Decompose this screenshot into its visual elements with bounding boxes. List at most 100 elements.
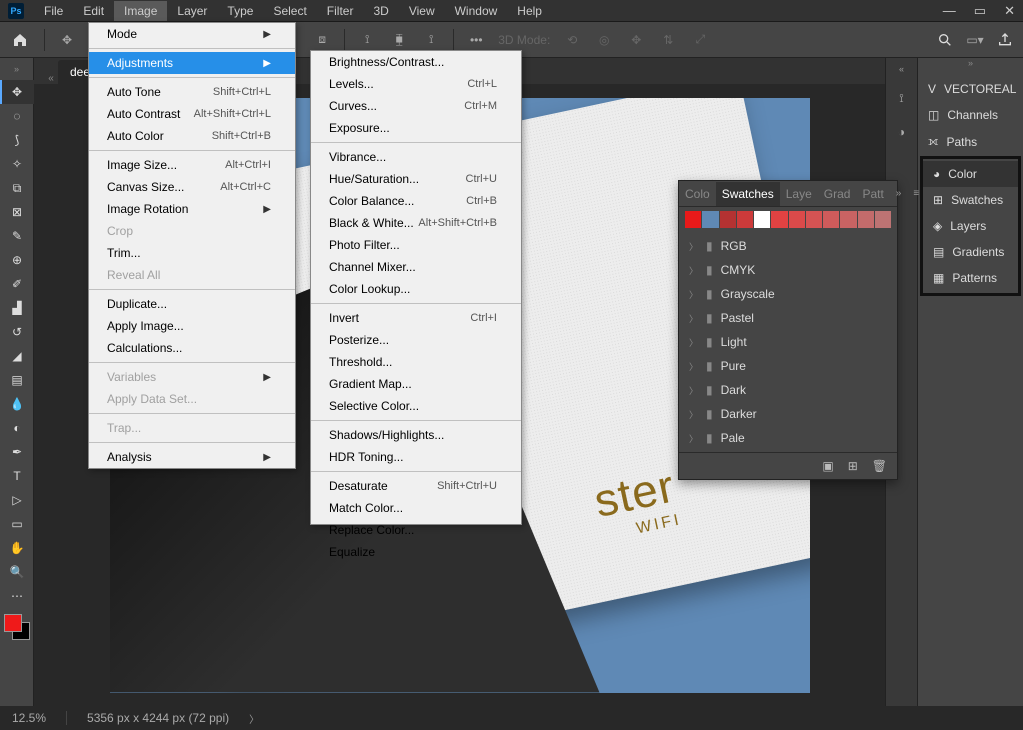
menu-item-auto-contrast[interactable]: Auto ContrastAlt+Shift+Ctrl+L <box>89 103 295 125</box>
frame-tool[interactable]: ⊠ <box>0 200 34 224</box>
move-tool-icon[interactable]: ✥ <box>57 30 77 50</box>
swatch-cell[interactable] <box>858 211 874 228</box>
menubar-type[interactable]: Type <box>217 1 263 21</box>
menubar-3d[interactable]: 3D <box>363 1 398 21</box>
swatch-cell[interactable] <box>806 211 822 228</box>
swatch-cell[interactable] <box>771 211 787 228</box>
workspace-switcher-icon[interactable]: ▭▾ <box>965 30 985 50</box>
menu-item-black-white[interactable]: Black & White...Alt+Shift+Ctrl+B <box>311 212 521 234</box>
rectangle-tool[interactable]: ▭ <box>0 512 34 536</box>
menubar-view[interactable]: View <box>399 1 445 21</box>
status-caret-icon[interactable]: 〉 <box>249 711 259 726</box>
healing-brush-tool[interactable]: ⊕ <box>0 248 34 272</box>
close-button[interactable]: ✕ <box>1004 3 1015 19</box>
collapse-icon[interactable]: « <box>44 73 58 84</box>
panel-tab-laye[interactable]: Laye <box>780 182 818 206</box>
menu-item-color-lookup[interactable]: Color Lookup... <box>311 278 521 300</box>
menu-item-canvas-size[interactable]: Canvas Size...Alt+Ctrl+C <box>89 176 295 198</box>
pen-tool[interactable]: ✒ <box>0 440 34 464</box>
panel-layers[interactable]: ◈Layers <box>923 213 1018 239</box>
lasso-tool[interactable]: ⟆ <box>0 128 34 152</box>
3d-roll-icon[interactable]: ◎ <box>594 30 614 50</box>
brush-tool[interactable]: ✐ <box>0 272 34 296</box>
panel-tab-swatches[interactable]: Swatches <box>716 182 780 206</box>
menubar-select[interactable]: Select <box>263 1 316 21</box>
menu-item-image-rotation[interactable]: Image Rotation▶ <box>89 198 295 220</box>
menu-item-auto-color[interactable]: Auto ColorShift+Ctrl+B <box>89 125 295 147</box>
color-swatch[interactable] <box>4 614 30 640</box>
align-top-icon[interactable]: ⟟ <box>357 30 377 50</box>
swatch-folder-cmyk[interactable]: 〉▮CMYK <box>679 258 897 282</box>
save-folder-icon[interactable]: ▣ <box>822 459 833 473</box>
menu-item-match-color[interactable]: Match Color... <box>311 497 521 519</box>
path-selection-tool[interactable]: ▷ <box>0 488 34 512</box>
swatch-cell[interactable] <box>720 211 736 228</box>
blur-tool[interactable]: 💧 <box>0 392 34 416</box>
panel-tab-patt[interactable]: Patt <box>856 182 889 206</box>
swatch-cell[interactable] <box>875 211 891 228</box>
menubar-layer[interactable]: Layer <box>167 1 217 21</box>
menu-item-threshold[interactable]: Threshold... <box>311 351 521 373</box>
menu-item-posterize[interactable]: Posterize... <box>311 329 521 351</box>
magic-wand-tool[interactable]: ✧ <box>0 152 34 176</box>
menu-item-shadows-highlights[interactable]: Shadows/Highlights... <box>311 424 521 446</box>
type-tool[interactable]: T <box>0 464 34 488</box>
menu-item-trim[interactable]: Trim... <box>89 242 295 264</box>
zoom-level[interactable]: 12.5% <box>12 711 46 725</box>
home-button[interactable] <box>8 28 32 52</box>
panel-tab-grad[interactable]: Grad <box>818 182 857 206</box>
zoom-tool[interactable]: 🔍 <box>0 560 34 584</box>
dodge-tool[interactable]: ◐ <box>0 416 34 440</box>
menu-item-calculations[interactable]: Calculations... <box>89 337 295 359</box>
menu-item-replace-color[interactable]: Replace Color... <box>311 519 521 541</box>
marquee-tool[interactable]: ◌ <box>0 104 34 128</box>
maximize-button[interactable]: ▭ <box>974 3 986 19</box>
menubar-help[interactable]: Help <box>507 1 552 21</box>
swatch-cell[interactable] <box>789 211 805 228</box>
panel-channels[interactable]: ◫Channels <box>918 102 1023 128</box>
menu-item-exposure[interactable]: Exposure... <box>311 117 521 139</box>
minimize-button[interactable]: — <box>943 3 956 19</box>
share-icon[interactable] <box>995 30 1015 50</box>
menu-item-auto-tone[interactable]: Auto ToneShift+Ctrl+L <box>89 81 295 103</box>
menu-item-selective-color[interactable]: Selective Color... <box>311 395 521 417</box>
menu-item-color-balance[interactable]: Color Balance...Ctrl+B <box>311 190 521 212</box>
align-bottom-icon[interactable]: ⟟ <box>421 30 441 50</box>
menubar-image[interactable]: Image <box>114 1 167 21</box>
eyedropper-tool[interactable]: ✎ <box>0 224 34 248</box>
swatch-folder-pale[interactable]: 〉▮Pale <box>679 426 897 450</box>
menu-item-analysis[interactable]: Analysis▶ <box>89 446 295 468</box>
gradient-tool[interactable]: ▤ <box>0 368 34 392</box>
panel-vectoreal[interactable]: VVECTOREAL <box>918 76 1023 102</box>
menu-item-equalize[interactable]: Equalize <box>311 541 521 563</box>
swatch-folder-dark[interactable]: 〉▮Dark <box>679 378 897 402</box>
swatch-folder-rgb[interactable]: 〉▮RGB <box>679 234 897 258</box>
search-icon[interactable] <box>935 30 955 50</box>
panel-swatches[interactable]: ⊞Swatches <box>923 187 1018 213</box>
delete-icon[interactable]: 🗑 <box>872 459 887 473</box>
properties-icon[interactable]: ⟟ <box>892 88 912 108</box>
panel-paths[interactable]: ⟗Paths <box>918 128 1023 155</box>
align-right-icon[interactable]: ⧈ <box>312 30 332 50</box>
panel-tab-colo[interactable]: Colo <box>679 182 716 206</box>
menu-item-image-size[interactable]: Image Size...Alt+Ctrl+I <box>89 154 295 176</box>
menu-item-adjustments[interactable]: Adjustments▶ <box>89 52 295 74</box>
edit-toolbar-icon[interactable]: ⋯ <box>0 584 34 608</box>
menu-item-duplicate[interactable]: Duplicate... <box>89 293 295 315</box>
clone-stamp-tool[interactable]: ▟ <box>0 296 34 320</box>
hand-tool[interactable]: ✋ <box>0 536 34 560</box>
menu-item-hdr-toning[interactable]: HDR Toning... <box>311 446 521 468</box>
menu-item-gradient-map[interactable]: Gradient Map... <box>311 373 521 395</box>
panel-menu-icon[interactable]: ≡ <box>907 188 925 199</box>
menu-item-brightness-contrast[interactable]: Brightness/Contrast... <box>311 51 521 73</box>
foreground-color[interactable] <box>4 614 22 632</box>
more-options-icon[interactable]: ••• <box>466 30 486 50</box>
move-tool[interactable]: ✥ <box>0 80 34 104</box>
3d-pan-icon[interactable]: ✥ <box>626 30 646 50</box>
align-center-v-icon[interactable]: ⧯ <box>389 30 409 50</box>
menu-item-mode[interactable]: Mode▶ <box>89 23 295 45</box>
swatch-folder-darker[interactable]: 〉▮Darker <box>679 402 897 426</box>
crop-tool[interactable]: ⧉ <box>0 176 34 200</box>
swatch-cell[interactable] <box>754 211 770 228</box>
menu-item-invert[interactable]: InvertCtrl+I <box>311 307 521 329</box>
